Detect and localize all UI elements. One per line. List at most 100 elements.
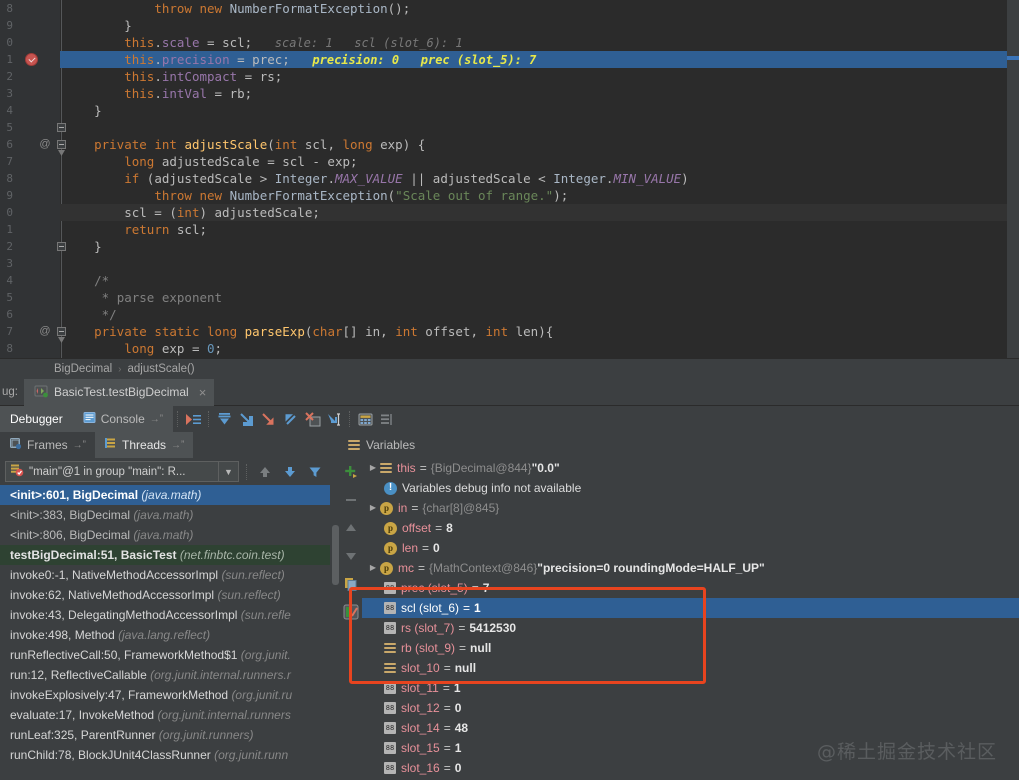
variable-value: 0 bbox=[454, 701, 462, 715]
editor-icon-gutter[interactable]: @ @ bbox=[14, 0, 66, 358]
frame-list-item[interactable]: <init>:383, BigDecimal (java.math) bbox=[0, 505, 330, 525]
line-number: 8 bbox=[6, 172, 13, 185]
remove-watch-button[interactable] bbox=[340, 489, 362, 511]
frames-down-button[interactable] bbox=[279, 461, 301, 483]
evaluate-expression-button[interactable] bbox=[354, 408, 376, 430]
expand-triangle-icon[interactable]: ▶ bbox=[366, 558, 380, 578]
frame-list-item[interactable]: invoke:498, Method (java.lang.reflect) bbox=[0, 625, 330, 645]
code-line[interactable] bbox=[60, 119, 1019, 136]
editor-marker-rail[interactable] bbox=[1007, 0, 1019, 358]
breadcrumb-item-method[interactable]: adjustScale() bbox=[128, 363, 195, 375]
code-line[interactable]: scl = (int) adjustedScale; bbox=[60, 204, 1019, 221]
tab-threads[interactable]: Threads →ˮ bbox=[95, 432, 194, 458]
code-line[interactable] bbox=[60, 255, 1019, 272]
variable-row[interactable]: ▶ 88 prec (slot_5)=7 bbox=[362, 578, 1019, 598]
code-editor[interactable]: 8 9 0 1 2 3 4 5 6 7 8 9 0 1 2 3 4 5 6 7 8 @ @ throw new Numb… bbox=[0, 0, 1019, 358]
code-line[interactable]: private int adjustScale(int scl, long ex… bbox=[60, 136, 1019, 153]
frame-list-item[interactable]: run:12, ReflectiveCallable (org.junit.in… bbox=[0, 665, 330, 685]
variable-row[interactable]: ▶ plen=0 bbox=[362, 538, 1019, 558]
tab-console[interactable]: Console →ˮ bbox=[72, 406, 174, 432]
code-line[interactable]: if (adjustedScale > Integer.MAX_VALUE ||… bbox=[60, 170, 1019, 187]
thread-selector[interactable]: "main"@1 in group "main": R... ▼ bbox=[5, 461, 239, 482]
show-execution-point-button[interactable] bbox=[182, 408, 204, 430]
frames-scrollbar-thumb[interactable] bbox=[332, 525, 339, 585]
code-line[interactable]: this.intCompact = rs; bbox=[60, 68, 1019, 85]
variable-row[interactable]: ▶ 88 rs (slot_7)=5412530 bbox=[362, 618, 1019, 638]
toolbar-separator bbox=[208, 411, 210, 427]
move-watch-up-button[interactable] bbox=[340, 517, 362, 539]
close-icon[interactable]: × bbox=[199, 385, 207, 400]
copy-value-button[interactable] bbox=[340, 573, 362, 595]
code-line[interactable]: * parse exponent bbox=[60, 289, 1019, 306]
variable-row[interactable]: ▶ slot_10=null bbox=[362, 658, 1019, 678]
rail-marker[interactable] bbox=[1007, 56, 1019, 60]
code-line[interactable]: throw new NumberFormatException(); bbox=[60, 0, 1019, 17]
code-line[interactable]: this.precision = prec; precision: 0 prec… bbox=[60, 51, 1019, 68]
chevron-down-icon[interactable]: ▼ bbox=[218, 462, 238, 481]
code-line[interactable]: */ bbox=[60, 306, 1019, 323]
code-line[interactable]: long exp = 0; bbox=[60, 340, 1019, 357]
frame-list-item[interactable]: invokeExplosively:47, FrameworkMethod (o… bbox=[0, 685, 330, 705]
step-into-button[interactable] bbox=[235, 408, 257, 430]
variable-row[interactable]: ▶ 88 scl (slot_6)=1 bbox=[362, 598, 1019, 618]
code-text-area[interactable]: throw new NumberFormatException(); } thi… bbox=[60, 0, 1019, 358]
toolbar-separator bbox=[177, 411, 179, 427]
frame-list-item[interactable]: invoke0:-1, NativeMethodAccessorImpl (su… bbox=[0, 565, 330, 585]
code-line[interactable]: } bbox=[60, 238, 1019, 255]
variable-row[interactable]: ▶! Variables debug info not available bbox=[362, 478, 1019, 498]
frame-list-item[interactable]: evaluate:17, InvokeMethod (org.junit.int… bbox=[0, 705, 330, 725]
variable-row[interactable]: ▶ 88 slot_12=0 bbox=[362, 698, 1019, 718]
code-line[interactable]: /* bbox=[60, 272, 1019, 289]
step-out-button[interactable] bbox=[279, 408, 301, 430]
code-line[interactable]: } bbox=[60, 102, 1019, 119]
move-watch-down-button[interactable] bbox=[340, 545, 362, 567]
frame-list-item[interactable]: runChild:78, BlockJUnit4ClassRunner (org… bbox=[0, 745, 330, 765]
variable-type: {MathContext@846} bbox=[429, 561, 538, 575]
new-watch-button[interactable] bbox=[340, 461, 362, 483]
variable-row[interactable]: ▶ poffset=8 bbox=[362, 518, 1019, 538]
frame-list-item[interactable]: <init>:806, BigDecimal (java.math) bbox=[0, 525, 330, 545]
frame-list-item[interactable]: <init>:601, BigDecimal (java.math) bbox=[0, 485, 330, 505]
force-step-into-button[interactable] bbox=[257, 408, 279, 430]
code-line[interactable]: private static long parseExp(char[] in, … bbox=[60, 323, 1019, 340]
frame-package: (org.junit.runners) bbox=[158, 728, 254, 742]
step-over-button[interactable] bbox=[213, 408, 235, 430]
frames-filter-button[interactable] bbox=[304, 461, 326, 483]
debug-session-tab[interactable]: BasicTest.testBigDecimal × bbox=[24, 378, 215, 406]
expand-triangle-icon[interactable]: ▶ bbox=[366, 498, 380, 518]
variables-tree[interactable]: ▶this={BigDecimal@844} "0.0"▶!Variables … bbox=[362, 458, 1019, 780]
frames-pane-header: Frames →ˮ Threads →ˮ bbox=[0, 432, 340, 458]
frames-scrollbar[interactable] bbox=[330, 485, 340, 780]
code-line[interactable]: throw new NumberFormatException("Scale o… bbox=[60, 187, 1019, 204]
tab-debugger[interactable]: Debugger bbox=[0, 406, 73, 432]
mute-breakpoints-button[interactable] bbox=[376, 408, 398, 430]
frames-list[interactable]: <init>:601, BigDecimal (java.math) <init>… bbox=[0, 485, 330, 780]
drop-frame-button[interactable] bbox=[301, 408, 323, 430]
code-line[interactable]: this.scale = scl; scale: 1 scl (slot_6):… bbox=[60, 34, 1019, 51]
expand-triangle-icon[interactable]: ▶ bbox=[366, 458, 380, 478]
variable-row[interactable]: ▶ p mc = {MathContext@846} "precision=0 roun… bbox=[362, 558, 1019, 578]
frame-list-item[interactable]: runLeaf:325, ParentRunner (org.junit.run… bbox=[0, 725, 330, 745]
variable-row[interactable]: ▶ rb (slot_9)=null bbox=[362, 638, 1019, 658]
code-line[interactable]: } bbox=[60, 17, 1019, 34]
variable-row[interactable]: ▶ 88 slot_14=48 bbox=[362, 718, 1019, 738]
tab-frames[interactable]: Frames →ˮ bbox=[0, 432, 95, 458]
line-number: 0 bbox=[6, 36, 13, 49]
code-line[interactable]: long adjustedScale = scl - exp; bbox=[60, 153, 1019, 170]
frame-list-item[interactable]: invoke:43, DelegatingMethodAccessorImpl … bbox=[0, 605, 330, 625]
inspect-button[interactable] bbox=[340, 601, 362, 623]
variable-row[interactable]: ▶ 88 slot_11=1 bbox=[362, 678, 1019, 698]
code-line[interactable]: this.intVal = rb; bbox=[60, 85, 1019, 102]
breadcrumb-item-class[interactable]: BigDecimal bbox=[54, 363, 112, 375]
breakpoint-icon[interactable] bbox=[25, 53, 38, 66]
frame-list-item[interactable]: testBigDecimal:51, BasicTest (net.finbtc… bbox=[0, 545, 330, 565]
code-line[interactable]: return scl; bbox=[60, 221, 1019, 238]
variable-row[interactable]: ▶ p in = {char[8]@845} bbox=[362, 498, 1019, 518]
frames-up-button[interactable] bbox=[254, 461, 276, 483]
breadcrumb[interactable]: BigDecimal › adjustScale() bbox=[0, 358, 1019, 379]
run-to-cursor-button[interactable] bbox=[323, 408, 345, 430]
frame-method: invoke:62, NativeMethodAccessorImpl bbox=[10, 588, 218, 602]
frame-list-item[interactable]: invoke:62, NativeMethodAccessorImpl (sun… bbox=[0, 585, 330, 605]
variable-row[interactable]: ▶ this = {BigDecimal@844} "0.0" bbox=[362, 458, 1019, 478]
frame-list-item[interactable]: runReflectiveCall:50, FrameworkMethod$1 … bbox=[0, 645, 330, 665]
